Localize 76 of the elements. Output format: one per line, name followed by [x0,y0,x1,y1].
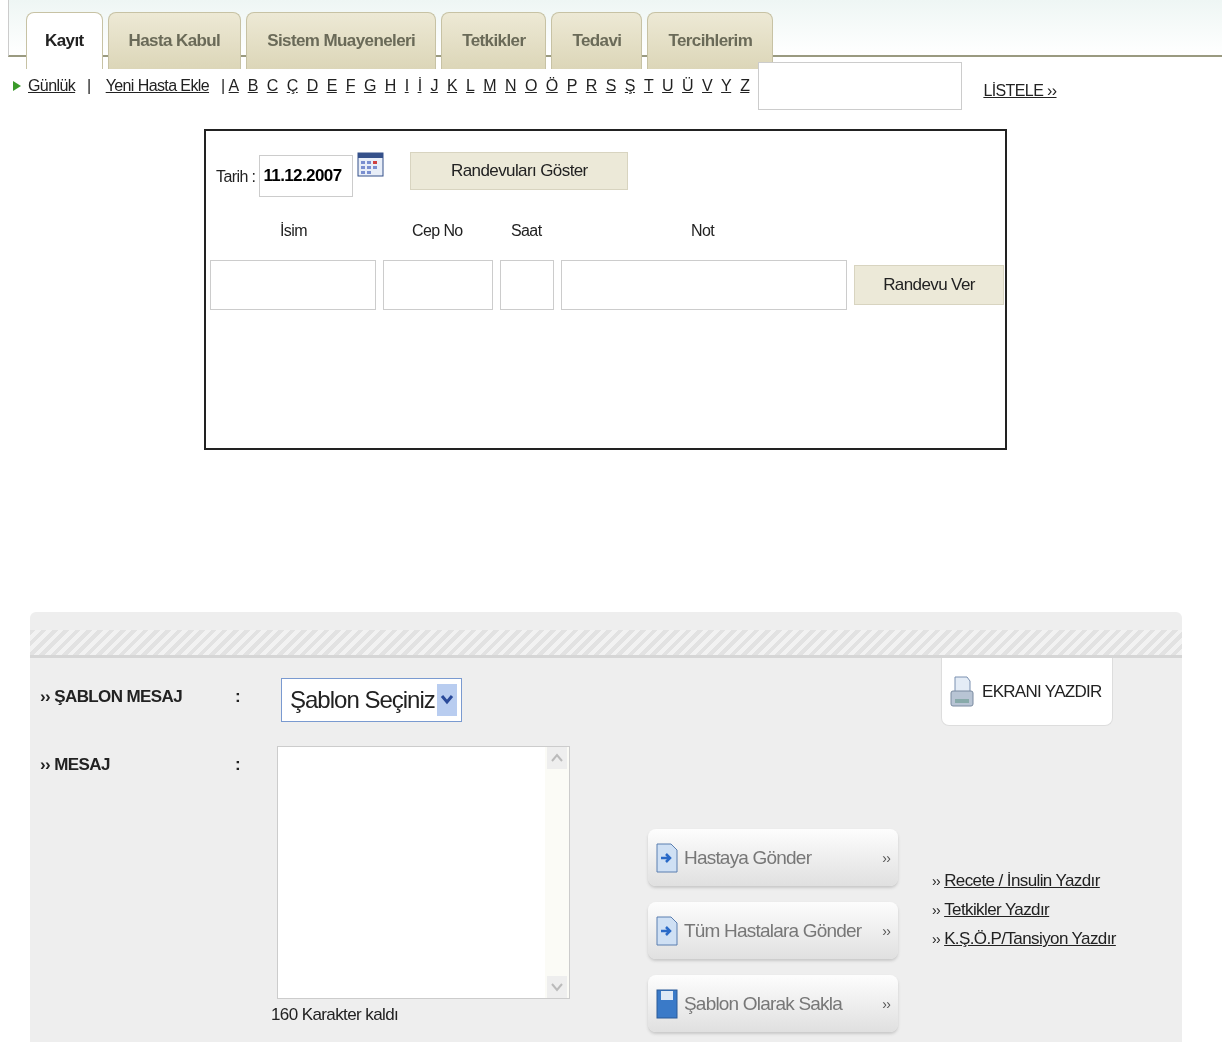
column-header: Saat [511,222,542,240]
link-marker: ›› [932,902,941,918]
letter-link[interactable]: P [566,76,577,95]
letter-link[interactable]: Ö [545,76,558,95]
printer-icon [950,674,974,709]
letter-link[interactable]: S [605,76,616,95]
colon: : [235,754,242,775]
message-textarea[interactable] [277,746,570,999]
date-field[interactable]: 11.12.2007 [259,155,354,197]
letter-link[interactable]: I [404,76,409,95]
list-link[interactable]: LİSTELE ›› [983,81,1057,100]
colon: : [235,686,242,707]
print-link[interactable]: Recete / İnsulin Yazdır [944,871,1100,891]
letter-link[interactable]: J [430,76,438,95]
character-counter: 160 Karakter kaldı [271,1005,400,1025]
send-document-icon [656,842,678,873]
note-field[interactable] [561,260,847,310]
letter-link[interactable]: C [266,76,278,95]
template-label: ›› ŞABLON MESAJ [40,686,184,707]
column-header: Cep No [412,222,463,240]
separator: | [87,76,91,95]
letter-link[interactable]: G [363,76,376,95]
letter-link[interactable]: E [326,76,337,95]
print-link[interactable]: Tetkikler Yazdır [944,900,1050,920]
send-document-icon [656,915,678,946]
letter-link[interactable]: Ç [286,76,298,95]
letter-link[interactable]: B [247,76,258,95]
letter-link[interactable]: T [643,76,654,95]
letter-link[interactable]: M [483,76,496,95]
tab[interactable]: Sistem Muayeneleri [246,12,437,69]
letter-link[interactable]: U [662,76,674,95]
letter-link[interactable]: R [585,76,597,95]
phone-field[interactable] [383,260,493,310]
letter-link[interactable]: A [228,76,239,95]
letter-link[interactable]: L [465,76,475,95]
name-field[interactable] [210,260,376,310]
tab[interactable]: Tetkikler [441,12,547,69]
tab[interactable]: Kayıt [26,12,103,69]
action-button[interactable]: Hastaya Gönder ›› [648,829,898,886]
column-header: Not [691,222,715,240]
dropdown-icon [437,684,457,716]
date-label: Tarih : [216,168,256,186]
separator: | [221,76,225,95]
tab[interactable]: Tercihlerim [647,12,774,69]
column-header: İsim [280,222,307,240]
letter-link[interactable]: D [306,76,318,95]
calendar-icon[interactable] [357,151,385,177]
action-button[interactable]: Şablon Olarak Sakla ›› [648,975,898,1032]
give-appointment-button[interactable]: Randevu Ver [854,265,1004,305]
letter-link[interactable]: O [525,76,537,95]
letter-link[interactable]: F [345,76,355,95]
letter-link[interactable]: Ü [682,76,694,95]
tab[interactable]: Hasta Kabul [107,12,242,69]
letter-link[interactable]: H [384,76,396,95]
floppy-icon [656,988,678,1019]
letter-link[interactable]: Y [721,76,732,95]
tab[interactable]: Tedavi [551,12,643,69]
daily-link[interactable]: Günlük [28,76,76,95]
letter-link[interactable]: V [702,76,713,95]
time-field[interactable] [500,260,554,310]
new-patient-link[interactable]: Yeni Hasta Ekle [105,76,210,95]
letter-link[interactable]: İ [417,76,422,95]
link-marker: ›› [932,931,941,947]
letter-link[interactable]: Ş [624,76,635,95]
action-button[interactable]: Tüm Hastalara Gönder ›› [648,902,898,959]
print-screen-button[interactable]: EKRANI YAZDIR [941,658,1113,726]
letter-link[interactable]: Z [740,76,750,95]
template-select[interactable]: Şablon Seçiniz [281,678,462,722]
link-marker: ›› [932,873,941,889]
print-link[interactable]: K.Ş.Ö.P/Tansiyon Yazdır [944,929,1116,949]
letter-link[interactable]: N [505,76,516,95]
message-label: ›› MESAJ [40,754,111,775]
show-appointments-button[interactable]: Randevuları Göster [410,152,629,190]
play-icon [13,80,21,91]
search-field[interactable] [758,61,963,110]
letter-link[interactable]: K [446,76,457,95]
